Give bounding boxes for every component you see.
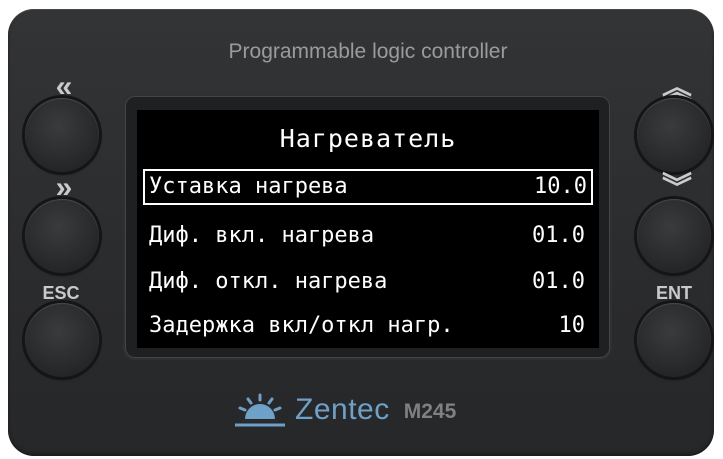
menu-row-value: 10 xyxy=(558,313,586,338)
forward-button[interactable] xyxy=(25,199,99,273)
lcd-screen: Нагреватель Уставка нагрева 10.0 Диф. вк… xyxy=(137,110,599,348)
menu-row-heating-setpoint[interactable]: Уставка нагрева 10.0 xyxy=(143,169,593,205)
menu-row-value: 10.0 xyxy=(534,174,587,199)
menu-row-diff-on[interactable]: Диф. вкл. нагрева 01.0 xyxy=(143,218,593,254)
menu-row-label: Задержка вкл/откл нагр. xyxy=(149,313,454,338)
esc-button[interactable] xyxy=(25,303,99,377)
menu-row-value: 01.0 xyxy=(532,269,585,294)
device-title: Programmable logic controller xyxy=(228,40,508,63)
menu-row-label: Уставка нагрева xyxy=(149,174,348,199)
menu-row-delay[interactable]: Задержка вкл/откл нагр. 10 xyxy=(143,308,593,344)
brand-name: Zentec xyxy=(295,393,390,426)
menu-row-label: Диф. откл. нагрева xyxy=(149,269,388,294)
screen-title: Нагреватель xyxy=(279,124,457,153)
brand-logo: Zentec M245 xyxy=(231,388,456,432)
back-button[interactable] xyxy=(25,98,99,172)
up-button[interactable] xyxy=(637,98,711,172)
menu-row-label: Диф. вкл. нагрева xyxy=(149,223,375,248)
menu-row-diff-off[interactable]: Диф. откл. нагрева 01.0 xyxy=(143,264,593,300)
menu-row-value: 01.0 xyxy=(532,223,585,248)
model-name: M245 xyxy=(403,400,457,423)
enter-button[interactable] xyxy=(637,303,711,377)
sun-cloud-logo-icon xyxy=(235,393,285,427)
esc-label: ESC xyxy=(42,283,80,303)
ent-label: ENT xyxy=(656,283,692,303)
down-button[interactable] xyxy=(637,199,711,273)
